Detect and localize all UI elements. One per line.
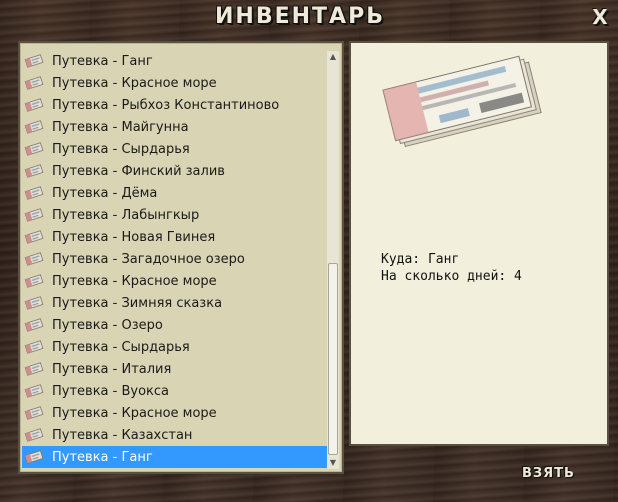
item-info: Куда: Ганг На сколько дней: 4	[381, 251, 522, 285]
inventory-list-item[interactable]: Путевка - Красное море	[22, 402, 328, 424]
inventory-list-item[interactable]: Путевка - Озеро	[22, 314, 328, 336]
ticket-icon	[24, 141, 44, 157]
inventory-list-item[interactable]: Путевка - Зимняя сказка	[22, 292, 328, 314]
inventory-item-label: Путевка - Новая Гвинея	[52, 229, 216, 245]
ticket-icon	[24, 229, 44, 245]
ticket-icon	[24, 97, 44, 113]
take-button[interactable]: ВЗЯТЬ	[522, 466, 586, 484]
ticket-icon	[24, 317, 44, 333]
ticket-icon	[24, 449, 44, 465]
ticket-icon	[24, 185, 44, 201]
inventory-list-item[interactable]: Путевка - Рыбхоз Константиново	[22, 94, 328, 116]
inventory-item-label: Путевка - Загадочное озеро	[52, 251, 245, 267]
inventory-item-label: Путевка - Рыбхоз Константиново	[52, 97, 280, 113]
inventory-list-item[interactable]: Путевка - Лабынгкыр	[22, 204, 328, 226]
ticket-icon	[24, 207, 44, 223]
inventory-item-label: Путевка - Дёма	[52, 185, 158, 201]
ticket-icon	[24, 339, 44, 355]
ticket-icon	[24, 163, 44, 179]
inventory-item-label: Путевка - Ганг	[52, 449, 153, 465]
inventory-item-label: Путевка - Сырдарья	[52, 141, 190, 157]
inventory-item-label: Путевка - Красное море	[52, 405, 217, 421]
inventory-item-label: Путевка - Красное море	[52, 273, 217, 289]
inventory-list-item[interactable]: Путевка - Новая Гвинея	[22, 226, 328, 248]
inventory-list: Путевка - Ганг Путевка - Красное море Путе…	[22, 50, 328, 468]
inventory-item-label: Путевка - Казахстан	[52, 427, 193, 443]
inventory-item-label: Путевка - Вуокса	[52, 383, 170, 399]
scroll-down-arrow-icon[interactable]: ▼	[327, 457, 339, 469]
list-scrollbar[interactable]: ▲ ▼	[327, 51, 339, 469]
ticket-icon	[24, 361, 44, 377]
inventory-item-label: Путевка - Ганг	[52, 53, 153, 69]
scroll-up-arrow-icon[interactable]: ▲	[327, 51, 339, 63]
inventory-item-label: Путевка - Зимняя сказка	[52, 295, 223, 311]
ticket-icon	[24, 119, 44, 135]
inventory-list-item[interactable]: Путевка - Майгунна	[22, 116, 328, 138]
ticket-icon	[24, 295, 44, 311]
inventory-list-item[interactable]: Путевка - Казахстан	[22, 424, 328, 446]
ticket-icon	[24, 273, 44, 289]
inventory-list-item[interactable]: Путевка - Сырдарья	[22, 336, 328, 358]
ticket-icon	[24, 405, 44, 421]
scroll-thumb[interactable]	[328, 263, 338, 455]
inventory-list-item[interactable]: Путевка - Сырдарья	[22, 138, 328, 160]
inventory-item-label: Путевка - Италия	[52, 361, 172, 377]
inventory-item-label: Путевка - Лабынгкыр	[52, 207, 200, 223]
ticket-icon	[24, 53, 44, 69]
inventory-list-item[interactable]: Путевка - Ганг	[22, 446, 328, 468]
inventory-list-item[interactable]: Путевка - Красное море	[22, 270, 328, 292]
ticket-icon	[24, 383, 44, 399]
inventory-item-label: Путевка - Сырдарья	[52, 339, 190, 355]
inventory-list-item[interactable]: Путевка - Дёма	[22, 182, 328, 204]
days-text: На сколько дней: 4	[381, 269, 522, 284]
inventory-list-item[interactable]: Путевка - Красное море	[22, 72, 328, 94]
inventory-list-panel: Путевка - Ганг Путевка - Красное море Путе…	[18, 41, 344, 474]
item-detail-panel: Куда: Ганг На сколько дней: 4	[349, 41, 609, 446]
inventory-item-label: Путевка - Финский залив	[52, 163, 225, 179]
inventory-list-item[interactable]: Путевка - Финский залив	[22, 160, 328, 182]
ticket-icon	[24, 427, 44, 443]
inventory-list-item[interactable]: Путевка - Италия	[22, 358, 328, 380]
inventory-item-label: Путевка - Майгунна	[52, 119, 189, 135]
ticket-icon	[24, 251, 44, 267]
ticket-icon	[24, 75, 44, 91]
inventory-list-item[interactable]: Путевка - Вуокса	[22, 380, 328, 402]
window-title: ИНВЕНТАРЬ	[215, 4, 385, 29]
inventory-item-label: Путевка - Озеро	[52, 317, 163, 333]
close-button[interactable]: X	[590, 6, 610, 28]
destination-text: Куда: Ганг	[381, 252, 460, 267]
inventory-list-item[interactable]: Путевка - Загадочное озеро	[22, 248, 328, 270]
ticket-bundle-image	[382, 55, 542, 148]
inventory-item-label: Путевка - Красное море	[52, 75, 217, 91]
inventory-list-item[interactable]: Путевка - Ганг	[22, 50, 328, 72]
